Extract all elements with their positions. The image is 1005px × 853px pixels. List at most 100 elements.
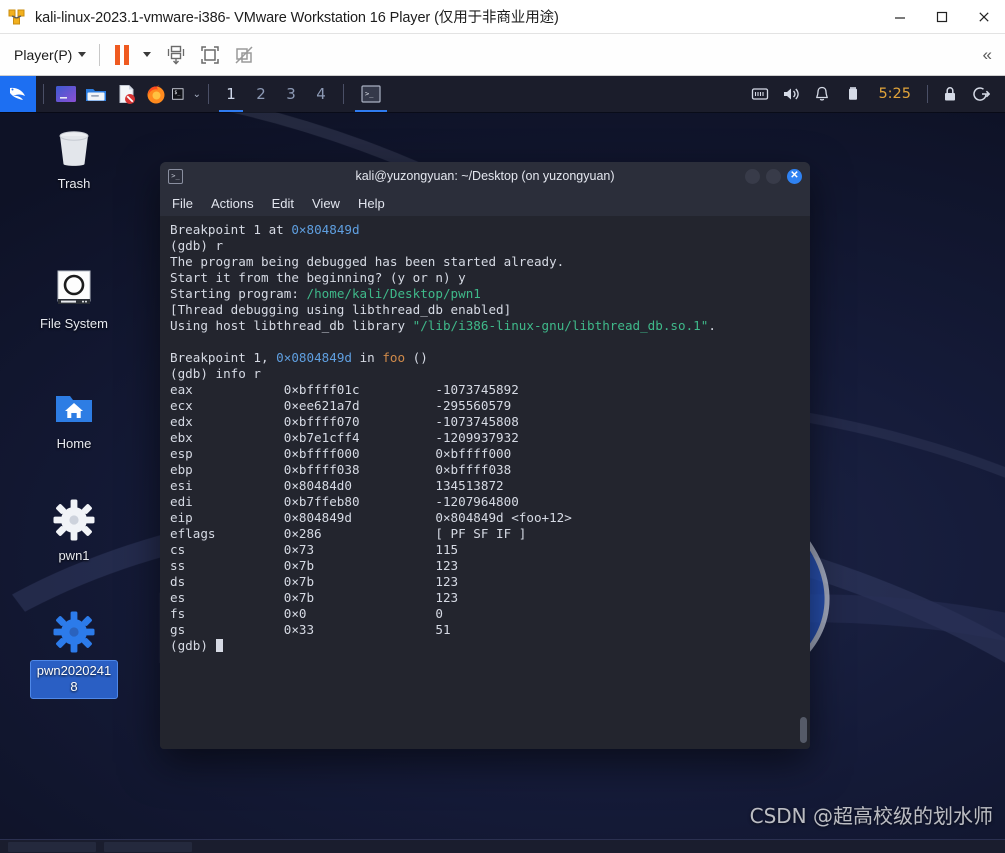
workspace-label: 4 (316, 85, 326, 103)
desktop-icon-label: Trash (57, 176, 91, 191)
terminal-text-run: [Thread debugging using libthread_db ena… (170, 302, 512, 317)
terminal-emulator-icon (56, 86, 76, 102)
logout-icon[interactable] (967, 76, 995, 112)
terminal-cursor (215, 639, 223, 652)
terminal-text-run: esp 0×bffff000 0×bffff000 (170, 446, 512, 461)
terminal-text-run: in (351, 350, 383, 365)
gear-icon (50, 496, 98, 544)
pause-icon (115, 44, 130, 65)
terminal-text-run: Starting program: (170, 286, 307, 301)
terminal-line: eip 0×804849d 0×804849d <foo+12> (170, 510, 810, 526)
notifications-bell-icon[interactable] (808, 76, 836, 112)
terminal-output-text: Breakpoint 1 at 0×804849d (gdb) r The prog… (170, 222, 810, 654)
clock[interactable]: 5:25 (870, 86, 919, 102)
terminal-line: ecx 0×ee621a7d -295560579 (170, 398, 810, 414)
minimize-button[interactable] (879, 0, 921, 34)
vmware-title-text: kali-linux-2023.1-vmware-i386- VMware Wo… (35, 10, 559, 26)
vmware-window-buttons (879, 0, 1005, 33)
terminal-line: Breakpoint 1 at 0×804849d (170, 222, 810, 238)
host-taskbar-item (104, 841, 192, 852)
terminal-text-run: (gdb) (170, 638, 216, 653)
desktop-icon-pwn1[interactable]: pwn1 (28, 496, 120, 564)
kali-panel: $_ ⌄ 1 2 3 4 >_ 5:25 (0, 76, 1005, 112)
collapse-toolbar-button[interactable]: « (983, 45, 993, 65)
network-icon[interactable] (746, 76, 774, 112)
terminal-text-run: ebp 0×bffff038 0×bffff038 (170, 462, 512, 477)
terminal-line: edx 0×bffff070 -1073745808 (170, 414, 810, 430)
panel-divider (43, 84, 44, 104)
launcher-root-terminal[interactable]: $_ ⌄ (171, 76, 201, 112)
menu-item-file[interactable]: File (172, 196, 193, 211)
terminal-output-area[interactable]: Breakpoint 1 at 0×804849d (gdb) r The prog… (160, 216, 810, 749)
system-tray: 5:25 (746, 76, 1005, 112)
trash-icon (50, 124, 98, 172)
player-menu-button[interactable]: Player(P) (14, 47, 87, 63)
terminal-title: kali@yuzongyuan: ~/Desktop (on yuzongyua… (355, 169, 615, 183)
launcher-terminal-emulator[interactable] (51, 76, 81, 112)
kali-applications-button[interactable] (0, 76, 36, 112)
terminal-window[interactable]: >_ kali@yuzongyuan: ~/Desktop (on yuzong… (160, 162, 810, 749)
terminal-line: ds 0×7b 123 (170, 574, 810, 590)
terminal-line: ss 0×7b 123 (170, 558, 810, 574)
menu-item-view[interactable]: View (312, 196, 340, 211)
terminal-minimize-button[interactable] (745, 168, 760, 184)
terminal-window-buttons: ✕ (745, 168, 802, 184)
terminal-maximize-button[interactable] (766, 168, 781, 184)
terminal-titlebar[interactable]: >_ kali@yuzongyuan: ~/Desktop (on yuzong… (160, 162, 810, 190)
workspace-button-4[interactable]: 4 (306, 76, 336, 112)
toolbar-divider (99, 43, 101, 66)
launcher-text-editor[interactable] (111, 76, 141, 112)
terminal-line: esi 0×80484d0 134513872 (170, 478, 810, 494)
menu-item-help[interactable]: Help (358, 196, 385, 211)
workspace-button-3[interactable]: 3 (276, 76, 306, 112)
desktop-icon-pwn20202418[interactable]: pwn20202418 (28, 608, 120, 699)
terminal-scrollbar-thumb[interactable] (800, 717, 807, 743)
unity-button[interactable] (233, 44, 255, 66)
terminal-text-run: ecx 0×ee621a7d -295560579 (170, 398, 512, 413)
terminal-text-run: Start it from the beginning? (y or n) y (170, 270, 466, 285)
desktop-icon-file-system[interactable]: File System (28, 264, 120, 332)
terminal-close-button[interactable]: ✕ (787, 168, 802, 184)
terminal-line: Start it from the beginning? (y or n) y (170, 270, 810, 286)
terminal-icon: >_ (361, 85, 381, 103)
terminal-text-run: Breakpoint 1 at (170, 222, 292, 237)
close-button[interactable] (963, 0, 1005, 34)
desktop-icon-label: pwn20202418 (30, 660, 118, 699)
pause-vm-button[interactable] (113, 44, 130, 65)
desktop-icon-home[interactable]: Home (28, 384, 120, 452)
maximize-button[interactable] (921, 0, 963, 34)
terminal-line: ebx 0×b7e1cff4 -1209937932 (170, 430, 810, 446)
terminal-text-run: 0×0804849d (276, 350, 352, 365)
taskbar-item-terminal[interactable]: >_ (351, 76, 391, 112)
host-taskbar-item (8, 841, 96, 852)
svg-text:>_: >_ (365, 90, 374, 98)
fullscreen-button[interactable] (199, 44, 221, 66)
terminal-line: ebp 0×bffff038 0×bffff038 (170, 462, 810, 478)
volume-icon[interactable] (777, 76, 805, 112)
terminal-line: eax 0×bffff01c -1073745892 (170, 382, 810, 398)
root-terminal-icon: $_ (172, 88, 184, 100)
launcher-firefox[interactable] (141, 76, 171, 112)
csdn-watermark: CSDN @超高校级的划水师 (749, 804, 993, 828)
terminal-line: gs 0×33 51 (170, 622, 810, 638)
terminal-text-run: fs 0×0 0 (170, 606, 443, 621)
workspace-button-2[interactable]: 2 (246, 76, 276, 112)
battery-icon[interactable] (839, 76, 867, 112)
desktop-icon-trash[interactable]: Trash (28, 124, 120, 192)
menu-item-actions[interactable]: Actions (211, 196, 254, 211)
menu-item-edit[interactable]: Edit (272, 196, 294, 211)
pause-dropdown-button[interactable] (143, 52, 152, 57)
vmware-toolbar: Player(P) « (0, 34, 1005, 76)
lock-screen-icon[interactable] (936, 76, 964, 112)
snapshot-button[interactable] (165, 44, 187, 66)
terminal-text-run: gs 0×33 51 (170, 622, 451, 637)
workspace-button-1[interactable]: 1 (216, 76, 246, 112)
terminal-line: The program being debugged has been star… (170, 254, 810, 270)
terminal-line: (gdb) (170, 638, 810, 654)
chevron-down-icon (78, 52, 87, 57)
terminal-text-run: (gdb) info r (170, 366, 261, 381)
terminal-line: Starting program: /home/kali/Desktop/pwn… (170, 286, 810, 302)
launcher-file-manager[interactable] (81, 76, 111, 112)
chevron-down-icon[interactable]: ⌄ (193, 89, 201, 100)
terminal-line: eflags 0×286 [ PF SF IF ] (170, 526, 810, 542)
